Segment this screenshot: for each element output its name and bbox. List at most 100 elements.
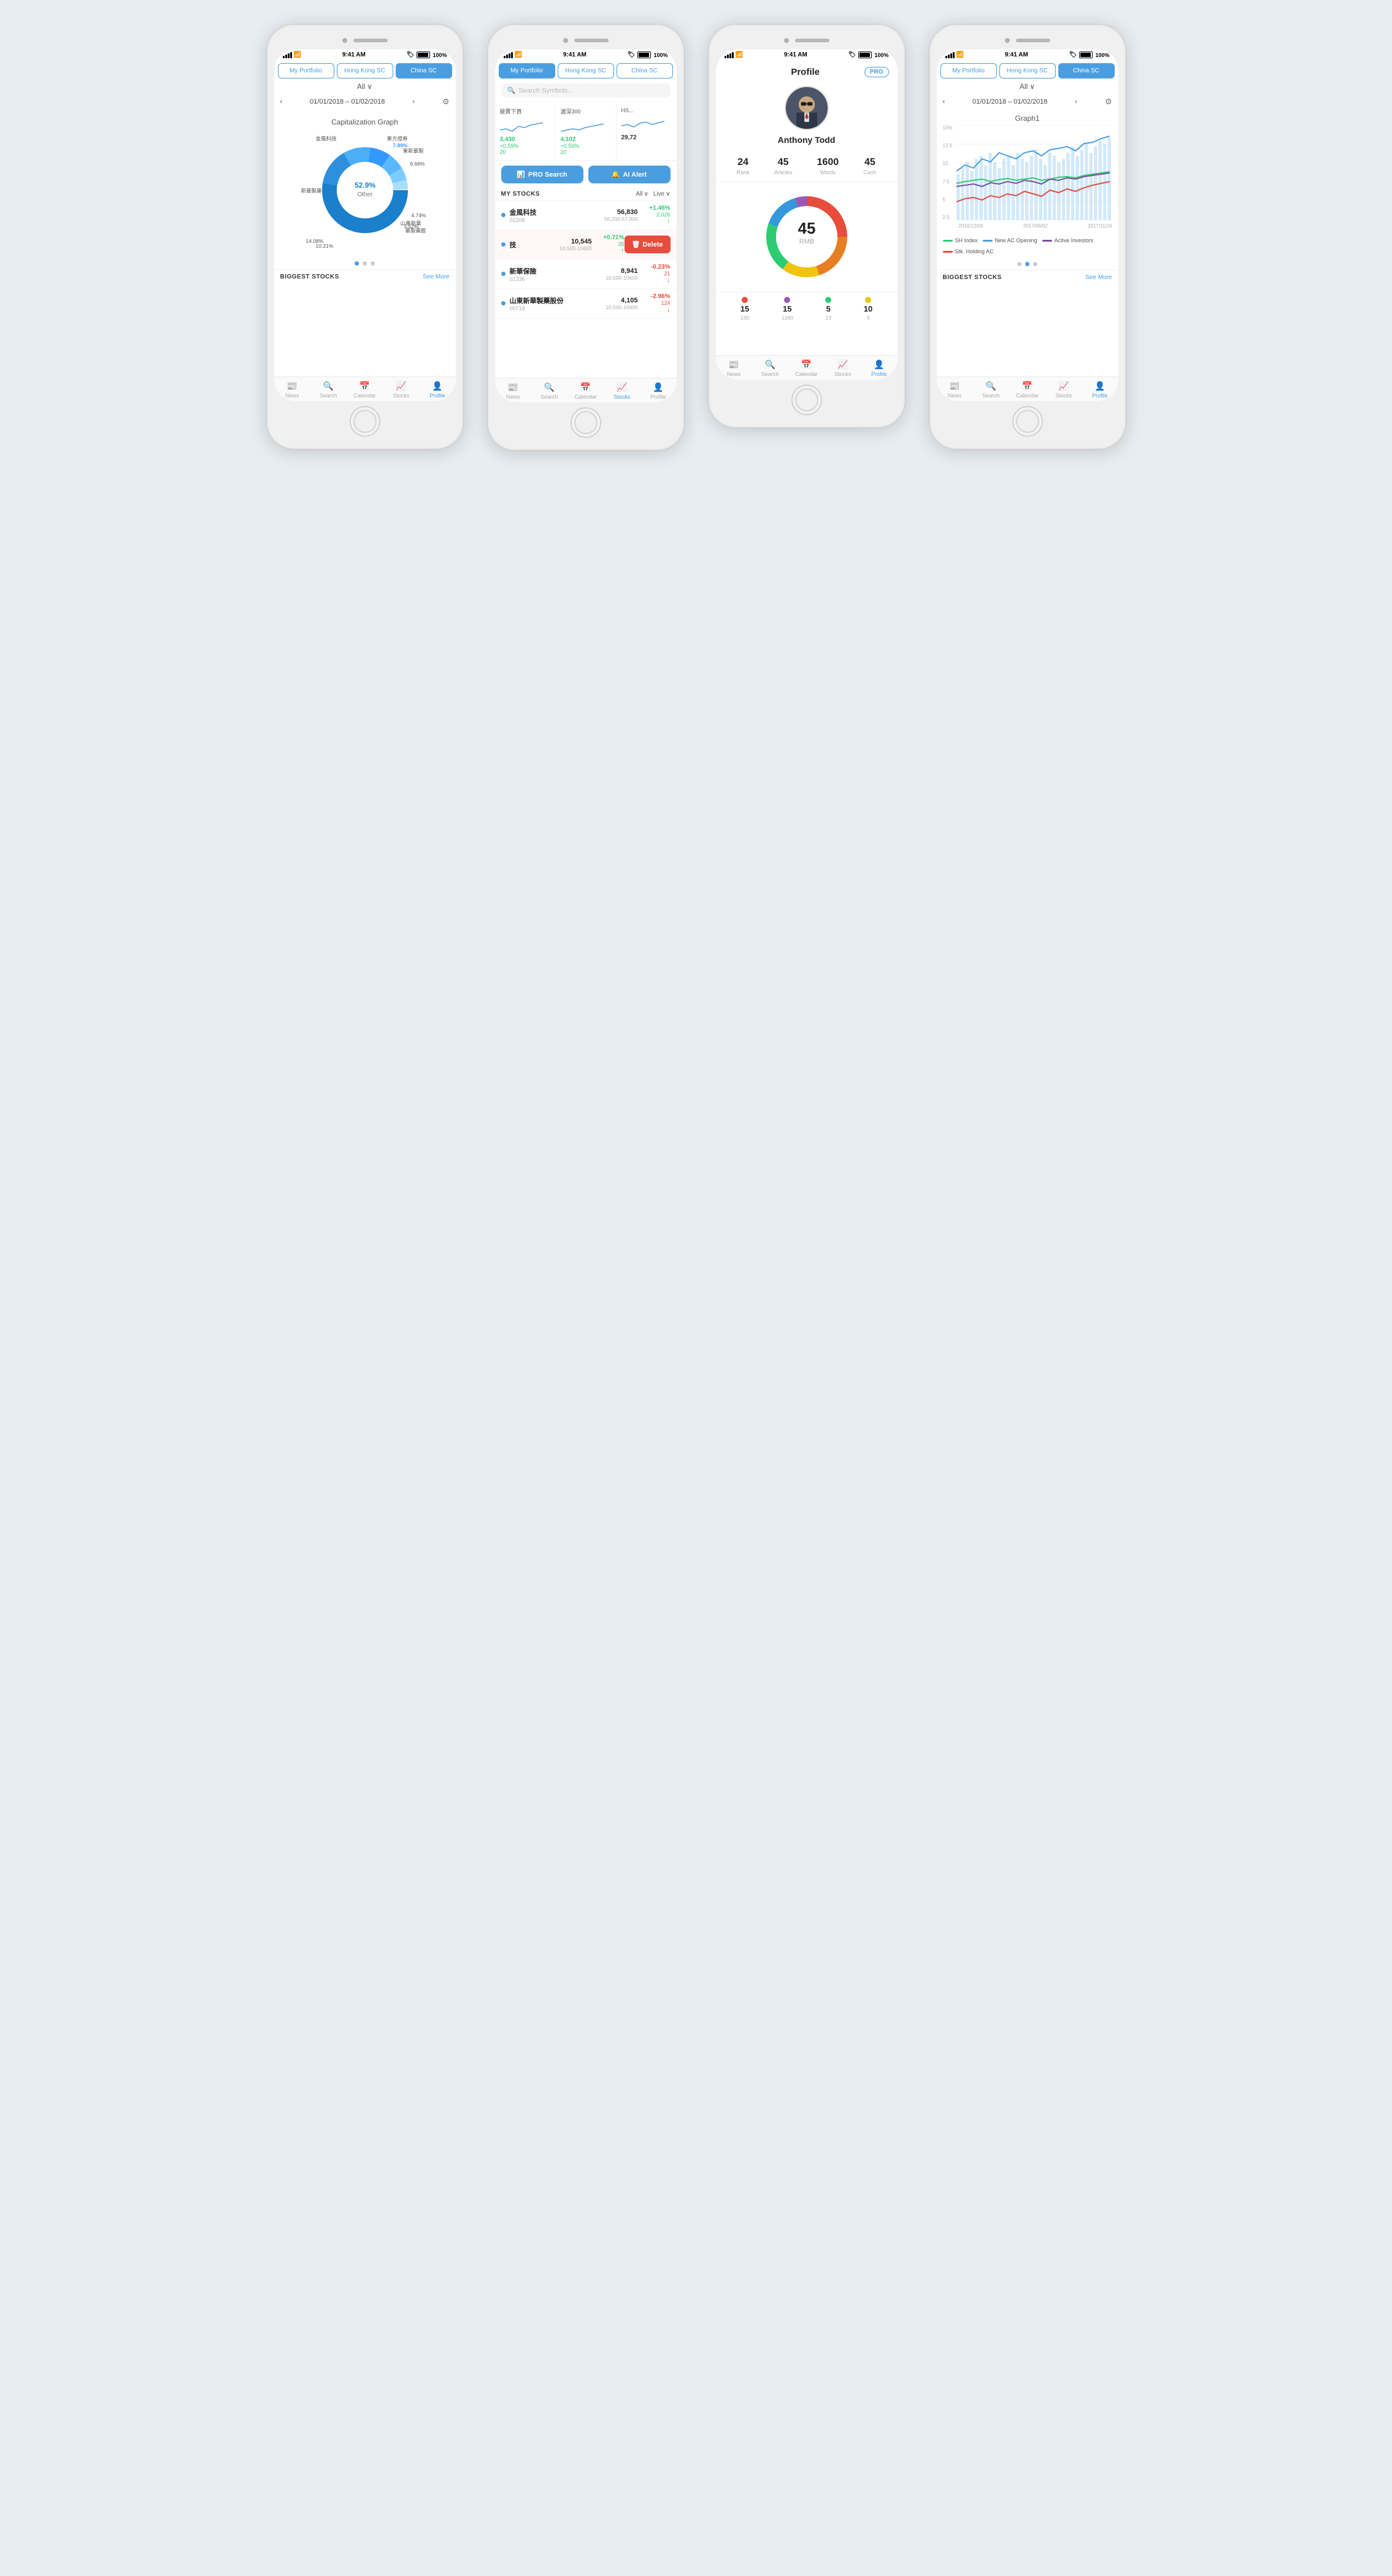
calendar-icon: 📅	[360, 381, 370, 391]
see-more-4[interactable]: See More	[1085, 274, 1112, 281]
legend-pct5: 14.08%	[306, 238, 324, 244]
mini-dot-4	[865, 297, 871, 303]
mini-sub-1: 130	[740, 315, 749, 321]
stock-row-1[interactable]: 金風科技 02208 56,830 56,200-57,000 +1.46% 2…	[495, 201, 677, 230]
ticker-val-3: 29,72	[621, 134, 672, 141]
nav-profile-2[interactable]: 👤 Profile	[640, 382, 676, 400]
arrow-down-4: ↓	[667, 306, 671, 313]
nav-profile-label-1: Profile	[429, 393, 445, 399]
next-date-icon[interactable]: ›	[412, 98, 415, 105]
stock-change-1: +1.46% 2,026 ↑	[643, 205, 671, 225]
search-icon: 🔍	[323, 381, 334, 391]
dot-3[interactable]	[371, 261, 375, 266]
signal-icon-4	[945, 52, 955, 58]
prev-date-icon[interactable]: ‹	[280, 98, 283, 105]
wifi-icon-4: 📶	[956, 52, 964, 58]
tab-china-sc-2[interactable]: China SC	[617, 63, 673, 79]
ai-alert-button[interactable]: 🔔 AI Alert	[588, 166, 671, 183]
see-more-1[interactable]: See More	[423, 274, 449, 280]
home-button-inner-4	[1017, 410, 1039, 432]
dot-2[interactable]	[363, 261, 367, 266]
nav-news-1[interactable]: 📰 News	[274, 381, 310, 399]
nav-profile-1[interactable]: 👤 Profile	[419, 381, 455, 399]
settings-icon[interactable]: ⚙	[442, 97, 450, 107]
all-dropdown-4[interactable]: All ∨	[1020, 82, 1035, 91]
stock-row-2[interactable]: 技 10,545 10,500-10600 +0.71% 35 ↑ 🗑 Dele…	[495, 230, 677, 259]
ticker-3[interactable]: HS... 29,72	[617, 102, 677, 160]
nav-stocks-2[interactable]: 📈 Stocks	[604, 382, 640, 400]
status-right-4: 🏷 100%	[1069, 52, 1110, 58]
settings-icon-4[interactable]: ⚙	[1105, 97, 1112, 107]
nav-stocks-3[interactable]: 📈 Stocks	[825, 359, 861, 377]
nav-stocks-label-3: Stocks	[834, 371, 851, 377]
stock-row-3[interactable]: 新華保險 01336 8,941 10,500-10600 -0.23% 21 …	[495, 259, 677, 289]
tab-hk-sc-1[interactable]: Hong Kong SC	[337, 63, 393, 79]
battery-icon	[417, 52, 430, 58]
stat-articles-val: 45	[774, 157, 793, 168]
camera-dot-3	[784, 38, 789, 43]
nav-news-label-2: News	[506, 394, 520, 400]
all-dropdown[interactable]: All ∨	[357, 82, 372, 91]
home-button-2[interactable]	[572, 408, 600, 437]
change-pct-2: +0.71%	[603, 234, 624, 241]
all-filter[interactable]: All ∨	[636, 191, 648, 197]
nav-search-4[interactable]: 🔍 Search	[973, 381, 1009, 399]
nav-news-4[interactable]: 📰 News	[937, 381, 973, 399]
nav-news-2[interactable]: 📰 News	[495, 382, 531, 400]
nav-news-3[interactable]: 📰 News	[716, 359, 752, 377]
home-button-3[interactable]	[793, 386, 821, 414]
news-icon: 📰	[286, 381, 297, 391]
nav-stocks-4[interactable]: 📈 Stocks	[1045, 381, 1082, 399]
home-button-4[interactable]	[1013, 407, 1042, 435]
dot-4-3[interactable]	[1033, 262, 1037, 266]
tab-my-portfolio-4[interactable]: My Portfolio	[940, 63, 997, 79]
dot-4-2[interactable]	[1025, 262, 1029, 266]
dot-1[interactable]	[355, 261, 359, 266]
screen-4: All ∨ ‹ 01/01/2018 – 01/02/2018 › ⚙ Grap…	[937, 82, 1118, 377]
nav-calendar-2[interactable]: 📅 Calendar	[567, 382, 604, 400]
stock-info-1: 金風科技 02208	[510, 207, 604, 223]
stocks-icon: 📈	[396, 381, 406, 391]
battery-pct-3: 100%	[874, 52, 888, 58]
stat-cash: 45 Cash	[863, 157, 876, 175]
tab-china-sc-4[interactable]: China SC	[1058, 63, 1115, 79]
change-pts-4: 124	[661, 300, 670, 306]
nav-search-3[interactable]: 🔍 Search	[752, 359, 788, 377]
nav-profile-4[interactable]: 👤 Profile	[1082, 381, 1118, 399]
nav-calendar-4[interactable]: 📅 Calendar	[1009, 381, 1045, 399]
nav-search-2[interactable]: 🔍 Search	[531, 382, 567, 400]
delete-button[interactable]: 🗑 Delete	[625, 236, 671, 253]
stock-price-range-1: 56,200-57,000	[604, 216, 638, 222]
nav-calendar-3[interactable]: 📅 Calendar	[788, 359, 825, 377]
tab-hk-sc-4[interactable]: Hong Kong SC	[999, 63, 1056, 79]
phone-1: 📶 9:41 AM 🏷 100% My Portfolio Hong Kong …	[267, 25, 463, 449]
stock-row-4[interactable]: 山東新華製藥股份 00719 4,105 10,500-10600 -2.96%…	[495, 289, 677, 318]
nav-profile-3[interactable]: 👤 Profile	[861, 359, 897, 377]
nav-stocks-1[interactable]: 📈 Stocks	[383, 381, 419, 399]
tab-china-sc-1[interactable]: China SC	[396, 63, 452, 79]
home-button-1[interactable]	[351, 407, 379, 435]
chevron-down-icon: ∨	[367, 82, 372, 91]
nav-calendar-1[interactable]: 📅 Calendar	[347, 381, 383, 399]
speaker-bar-4	[1016, 39, 1050, 42]
prev-date-icon-4[interactable]: ‹	[943, 98, 945, 105]
y-75: 7.5	[943, 179, 953, 185]
tab-my-portfolio-2[interactable]: My Portfolio	[499, 63, 555, 79]
next-date-icon-4[interactable]: ›	[1075, 98, 1077, 105]
live-filter[interactable]: Live ∨	[653, 191, 671, 197]
stock-price-main-2: 10,545	[559, 238, 591, 245]
phone-3-top	[716, 32, 898, 49]
nav-stocks-label-2: Stocks	[613, 394, 630, 400]
tab-my-portfolio-1[interactable]: My Portfolio	[278, 63, 334, 79]
pro-search-button[interactable]: 📊 PRO Search	[501, 166, 583, 183]
home-button-inner-2	[575, 412, 597, 434]
dot-4-1[interactable]	[1017, 262, 1021, 266]
tab-hk-sc-2[interactable]: Hong Kong SC	[558, 63, 614, 79]
pro-search-icon: 📊	[517, 171, 525, 178]
search-bar[interactable]: 🔍 Search Symbols...	[501, 83, 671, 98]
bottom-nav-1: 📰 News 🔍 Search 📅 Calendar 📈 Stocks 👤 Pr…	[274, 377, 456, 401]
ticker-2[interactable]: 滬深300 4,102 +0.59% 20	[556, 102, 617, 160]
stock-code-4: 00719	[510, 305, 606, 312]
ticker-1[interactable]: 破賣下資 3,430 +0.59% 20	[495, 102, 556, 160]
nav-search-1[interactable]: 🔍 Search	[310, 381, 347, 399]
